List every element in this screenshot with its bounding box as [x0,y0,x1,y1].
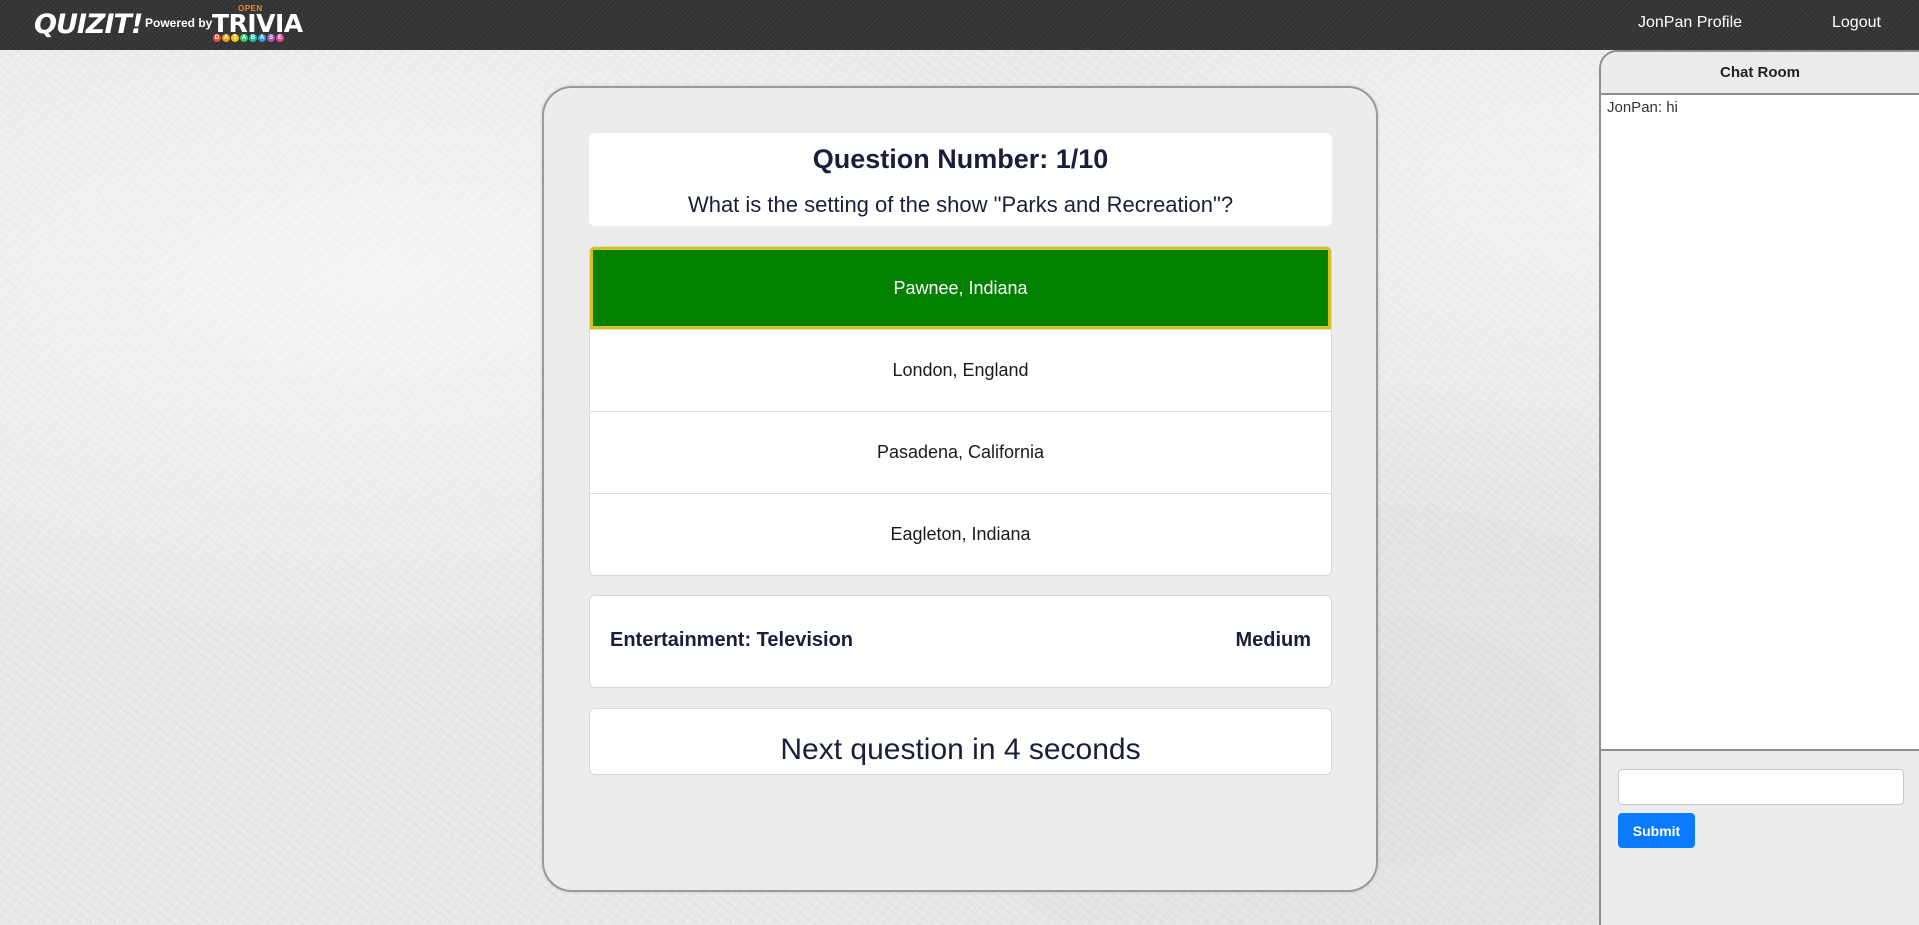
otdb-logo-letter: A [240,34,248,42]
brand-logo[interactable]: QUIZIT! [34,6,143,42]
otdb-logo-letter: D [213,34,221,42]
question-meta: Entertainment: Television Medium [589,595,1332,688]
brand-logo-text: QUIZIT! [34,8,143,40]
otdb-logo-letter: T [231,34,239,42]
answer-option[interactable]: Pasadena, California [590,411,1331,493]
otdb-logo-letter: A [222,34,230,42]
powered-by-label: Powered by [145,16,213,30]
category-label: Entertainment: Television [610,629,854,651]
otdb-logo-database: DATABASE [213,34,284,42]
answer-option[interactable]: Eagleton, Indiana [590,493,1331,575]
logout-link[interactable]: Logout [1832,14,1881,32]
navbar: QUIZIT! Powered by OPEN TRIVIA DATABASE … [0,0,1919,50]
profile-link[interactable]: JonPan Profile [1638,14,1742,32]
otdb-logo-letter: A [258,34,266,42]
chat-submit-button[interactable]: Submit [1618,813,1695,848]
question-text: What is the setting of the show "Parks a… [687,192,1234,217]
difficulty-label: Medium [1235,629,1311,651]
chat-room-panel: Chat Room JonPan: hi Submit [1599,50,1919,925]
chat-message-input[interactable] [1618,769,1904,805]
otdb-logo-letter: S [267,34,275,42]
quiz-card: Question Number: 1/10 What is the settin… [542,86,1378,892]
next-question-timer: Next question in 4 seconds [589,708,1332,775]
answer-option[interactable]: London, England [590,329,1331,411]
question-number: Question Number: 1/10 [812,144,1109,174]
answer-option[interactable]: Pawnee, Indiana [590,247,1331,329]
chat-room-title: Chat Room [1720,64,1800,81]
chat-message-list[interactable]: JonPan: hi [1601,93,1919,751]
question-box: Question Number: 1/10 What is the settin… [589,133,1332,226]
answer-list: Pawnee, Indiana London, England Pasadena… [589,246,1332,576]
chat-message: JonPan: hi [1607,99,1678,116]
otdb-logo-letter: E [276,34,284,42]
open-trivia-db-logo[interactable]: OPEN TRIVIA DATABASE [212,4,303,44]
otdb-logo-letter: B [249,34,257,42]
otdb-logo-main: TRIVIA [212,9,303,38]
